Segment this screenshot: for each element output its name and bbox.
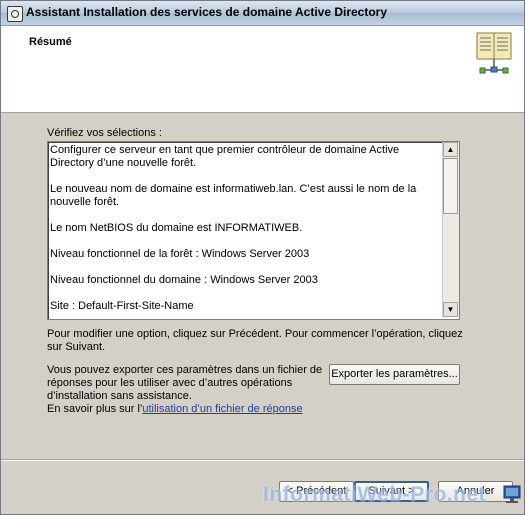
- wizard-window: Assistant Installation des services de d…: [0, 0, 525, 515]
- summary-line: Configurer ce serveur en tant que premie…: [50, 144, 400, 169]
- summary-content: Configurer ce serveur en tant que premie…: [50, 144, 440, 317]
- summary-line: Niveau fonctionnel du domaine : Windows …: [50, 274, 318, 286]
- answer-file-link[interactable]: utilisation d’un fichier de réponse: [142, 403, 302, 415]
- scroll-down-icon[interactable]: ▼: [443, 302, 458, 317]
- wizard-header: Résumé: [1, 26, 524, 113]
- learn-more-text: En savoir plus sur l’utilisation d’un fi…: [47, 403, 303, 415]
- modify-instructions-line2: sur Suivant.: [47, 341, 106, 353]
- title-bar[interactable]: Assistant Installation des services de d…: [1, 1, 524, 26]
- scroll-thumb[interactable]: [443, 158, 458, 214]
- window-title: Assistant Installation des services de d…: [26, 5, 388, 19]
- book-icon: [476, 32, 512, 74]
- scroll-up-icon[interactable]: ▲: [443, 142, 458, 157]
- export-settings-button[interactable]: Exporter les paramètres...: [329, 364, 460, 385]
- summary-textbox[interactable]: Configurer ce serveur en tant que premie…: [47, 141, 460, 320]
- review-label: Vérifiez vos sélections :: [47, 127, 162, 139]
- summary-line: Niveau fonctionnel de la forêt : Windows…: [50, 248, 310, 260]
- summary-line: Le nom NetBIOS du domaine est INFORMATIW…: [50, 222, 303, 234]
- modify-instructions-line1: Pour modifier une option, cliquez sur Pr…: [47, 328, 463, 340]
- summary-line: Site : Default-First-Site-Name: [50, 300, 194, 312]
- learn-more-prefix: En savoir plus sur l’: [47, 403, 143, 415]
- watermark-text: InformatiWeb-Pro.net: [263, 483, 487, 506]
- export-text-line1: Vous pouvez exporter ces paramètres dans…: [47, 364, 323, 376]
- export-text-line2: réponses pour les utiliser avec d’autres…: [47, 377, 293, 389]
- window-system-icon[interactable]: [7, 6, 23, 22]
- export-text-line3: d’installation sans assistance.: [47, 390, 192, 402]
- summary-line: Le nouveau nom de domaine est informatiw…: [50, 183, 417, 208]
- footer-divider: [1, 459, 524, 461]
- vertical-scrollbar[interactable]: ▲ ▼: [442, 142, 459, 317]
- watermark-monitor-icon: [503, 485, 521, 503]
- page-title: Résumé: [29, 36, 72, 48]
